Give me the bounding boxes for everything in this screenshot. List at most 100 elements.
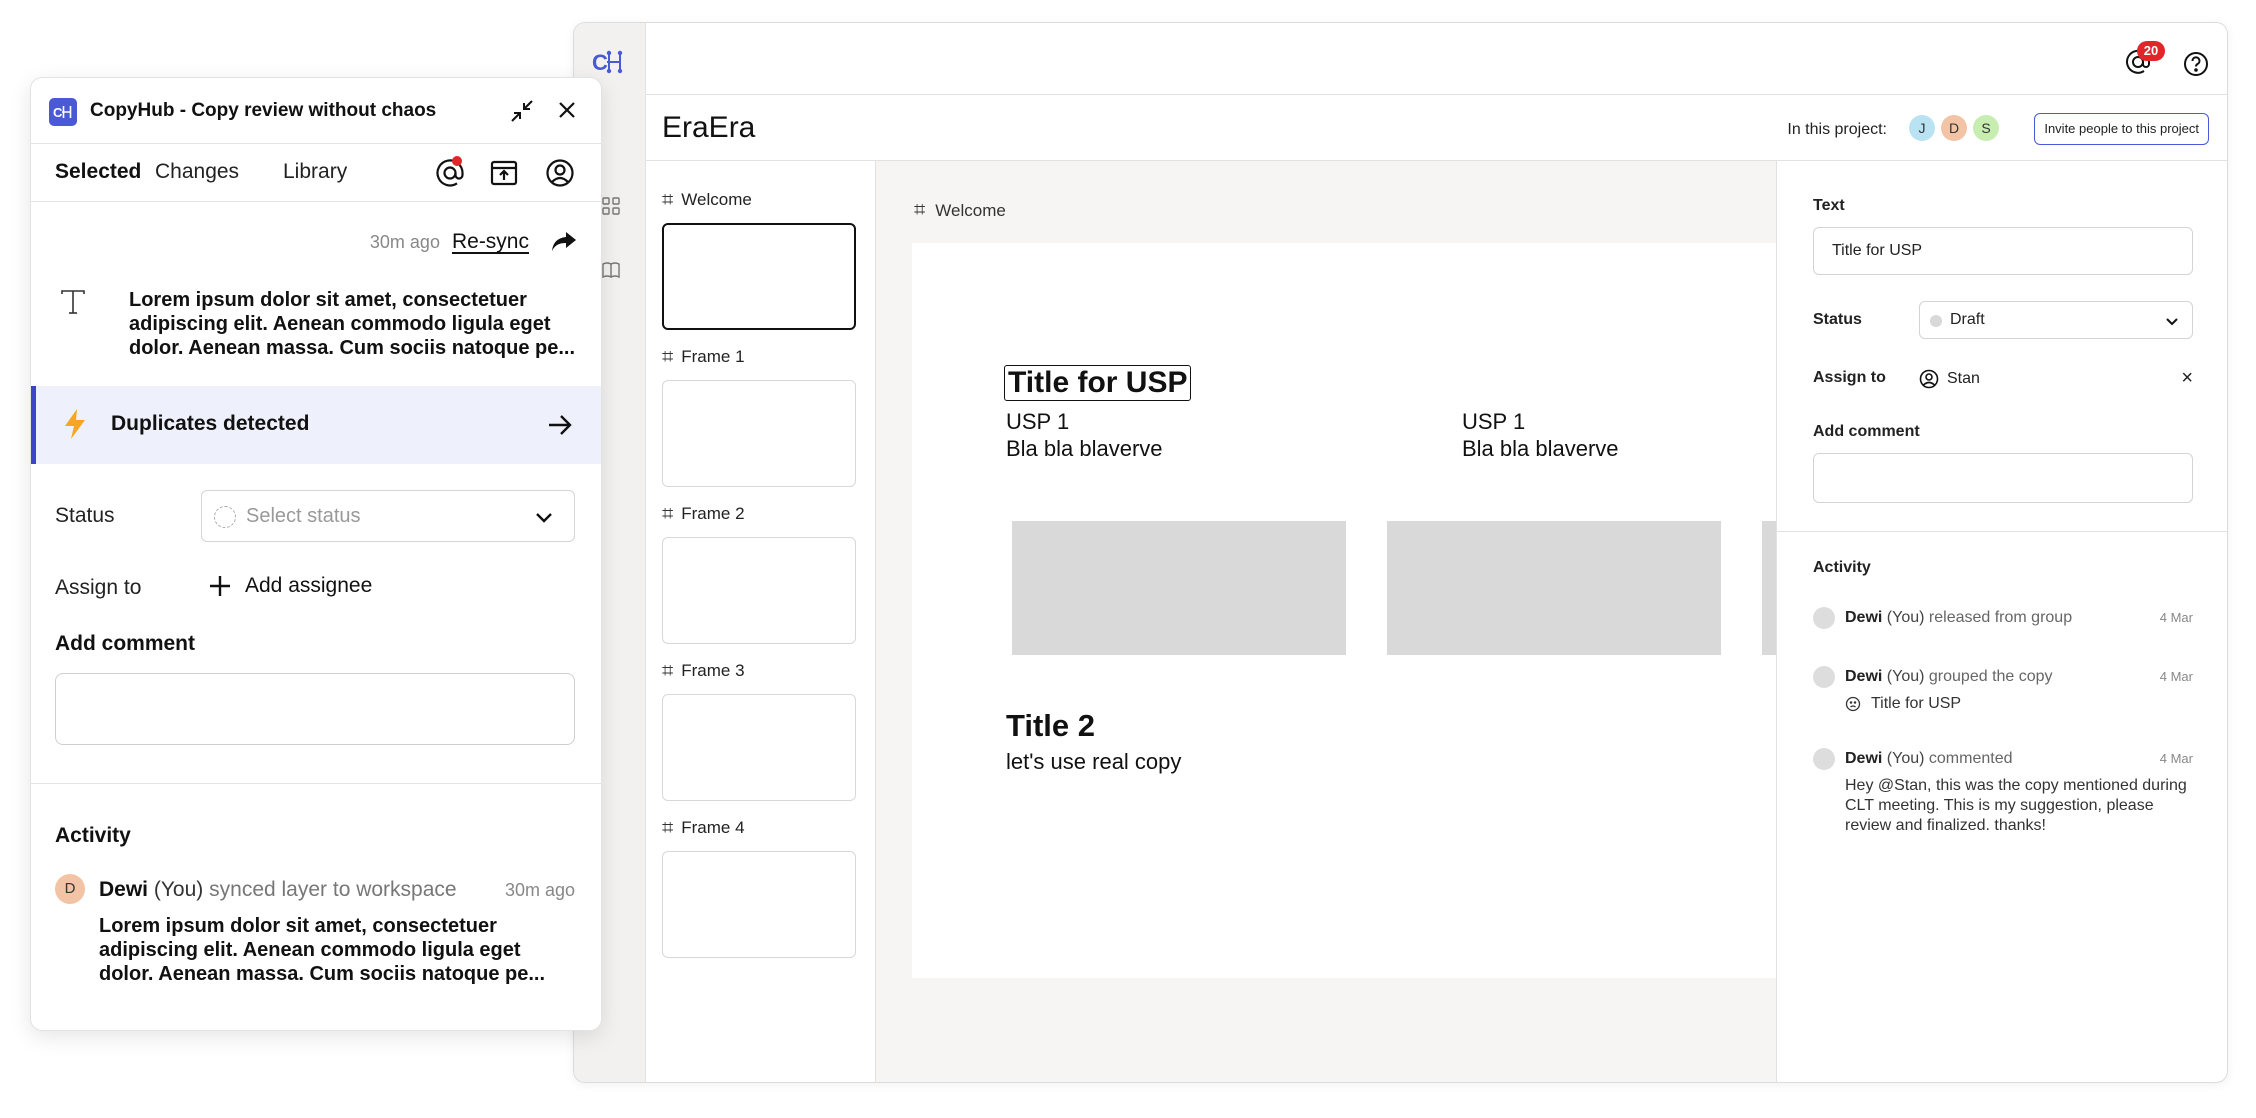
activity-action: released from group	[1928, 609, 2073, 626]
frame-thumbnail[interactable]	[662, 380, 856, 487]
notification-badge: 20	[2137, 41, 2165, 61]
design-canvas[interactable]: ⌗ Welcome Title for USP USP 1 Bla bla bl…	[876, 161, 1776, 1082]
activity-action: synced layer to workspace	[209, 878, 457, 901]
add-assignee-label: Add assignee	[245, 574, 373, 597]
usp-body[interactable]: Bla bla blaverve	[1462, 435, 1619, 462]
frame-thumbnail[interactable]	[662, 223, 856, 330]
frame-label: Frame 3	[681, 661, 745, 680]
project-bar: EraEra In this project: J D S Invite peo…	[646, 95, 2227, 161]
activity-label: Activity	[55, 824, 131, 847]
title-2-text[interactable]: Title 2	[1006, 708, 1095, 744]
assignee[interactable]: Stan	[1919, 369, 1980, 389]
frame-thumbnail[interactable]	[662, 537, 856, 644]
title-2-subtext[interactable]: let's use real copy	[1006, 749, 1181, 775]
minimize-icon[interactable]	[509, 98, 535, 124]
frame-hash-icon: ⌗	[662, 345, 674, 368]
usp-heading[interactable]: USP 1	[1462, 408, 1619, 435]
frame-item-frame-3[interactable]: ⌗ Frame 3	[662, 660, 856, 801]
invite-people-button[interactable]: Invite people to this project	[2034, 113, 2209, 145]
frame-thumbnail[interactable]	[662, 851, 856, 958]
usp-body[interactable]: Bla bla blaverve	[1006, 435, 1163, 462]
activity-label: Activity	[1813, 559, 1871, 576]
frame-item-frame-2[interactable]: ⌗ Frame 2	[662, 503, 856, 644]
share-arrow-icon[interactable]	[551, 231, 577, 253]
frame-label: Welcome	[681, 190, 752, 209]
frame-hash-icon: ⌗	[662, 816, 674, 839]
tab-selected[interactable]: Selected	[55, 160, 141, 184]
smiley-icon	[1845, 696, 1861, 712]
status-label: Status	[1813, 311, 1862, 328]
activity-you: (You)	[1886, 750, 1925, 767]
remove-assignee-close-icon[interactable]: ×	[2181, 367, 2193, 390]
activity-action: commented	[1928, 750, 2013, 767]
user-circle-icon	[1919, 369, 1939, 389]
activity-user: Dewi	[1845, 750, 1883, 767]
frame-hash-icon: ⌗	[662, 659, 674, 682]
canvas-frame-label[interactable]: ⌗ Welcome	[914, 199, 1006, 222]
close-icon[interactable]	[555, 98, 579, 122]
comment-label: Add comment	[1813, 423, 1920, 440]
components-icon[interactable]	[602, 197, 620, 215]
image-placeholder[interactable]	[1387, 521, 1721, 655]
frame-name: Welcome	[935, 200, 1006, 220]
assign-label: Assign to	[1813, 369, 1886, 386]
comment-input[interactable]	[1813, 453, 2193, 503]
image-placeholder[interactable]	[1012, 521, 1346, 655]
resync-button[interactable]: Re-sync	[452, 230, 529, 254]
plugin-tabs: Selected Changes Library	[31, 144, 601, 202]
chevron-down-icon	[534, 507, 554, 527]
activity-you: (You)	[153, 878, 204, 901]
user-circle-icon[interactable]	[545, 158, 575, 188]
synced-ago: 30m ago	[369, 231, 440, 252]
svg-text:C: C	[53, 105, 63, 120]
help-icon[interactable]	[2183, 51, 2209, 77]
activity-sub: Title for USP	[1845, 694, 2195, 714]
add-assignee-button[interactable]: Add assignee	[209, 574, 372, 598]
arrow-right-icon[interactable]	[547, 413, 573, 437]
export-icon[interactable]	[489, 158, 519, 188]
activity-you: (You)	[1886, 668, 1925, 685]
logo-icon[interactable]: C	[592, 47, 628, 77]
comment-input[interactable]	[55, 673, 575, 745]
avatar[interactable]: J	[1909, 115, 1935, 141]
plugin-logo-icon: C	[49, 98, 77, 126]
status-select[interactable]: Draft	[1919, 301, 2193, 339]
status-dot	[1930, 315, 1942, 327]
image-placeholder[interactable]	[1762, 521, 1776, 655]
activity-date: 4 Mar	[2159, 669, 2193, 684]
selected-text-layer[interactable]: Title for USP	[1004, 365, 1192, 401]
frame-item-frame-4[interactable]: ⌗ Frame 4	[662, 817, 856, 958]
avatar	[1813, 748, 1835, 770]
in-project-label: In this project:	[1787, 121, 1887, 138]
frame-item-frame-1[interactable]: ⌗ Frame 1	[662, 346, 856, 487]
avatar: D	[55, 874, 85, 904]
avatar[interactable]: D	[1941, 115, 1967, 141]
activity-time: 30m ago	[504, 880, 575, 900]
tab-library[interactable]: Library	[283, 160, 347, 184]
duplicates-banner[interactable]: Duplicates detected	[31, 386, 601, 464]
usp-heading[interactable]: USP 1	[1006, 408, 1163, 435]
assignee-name: Stan	[1947, 370, 1980, 387]
layer-text: Lorem ipsum dolor sit amet, consectetuer…	[129, 289, 576, 359]
status-value: Draft	[1950, 311, 1985, 328]
frame-thumbnail[interactable]	[662, 694, 856, 801]
comment-label: Add comment	[55, 632, 196, 655]
frame-item-welcome[interactable]: ⌗ Welcome	[662, 189, 856, 330]
plugin-header: C CopyHub - Copy review without chaos	[31, 78, 601, 144]
text-field[interactable]: Title for USP	[1813, 227, 2193, 275]
library-book-icon[interactable]	[602, 261, 620, 279]
status-label: Status	[55, 504, 115, 527]
tab-changes[interactable]: Changes	[155, 160, 239, 184]
app-window: C 20 EraEra In this project: J D S Invit…	[573, 22, 2228, 1083]
status-select[interactable]: Select status	[201, 490, 575, 542]
activity-action: grouped the copy	[1928, 668, 2053, 685]
sync-row: 30m ago Re-sync	[370, 230, 577, 254]
activity-body: Lorem ipsum dolor sit amet, consectetuer…	[99, 915, 546, 985]
avatar[interactable]: S	[1973, 115, 1999, 141]
usp-column[interactable]: USP 1 Bla bla blaverve	[1462, 408, 1619, 462]
artboard[interactable]: Title for USP USP 1 Bla bla blaverve USP…	[912, 243, 1776, 978]
svg-text:C: C	[592, 50, 608, 75]
chevron-down-icon	[2164, 313, 2180, 329]
duplicates-label: Duplicates detected	[111, 412, 310, 435]
usp-column[interactable]: USP 1 Bla bla blaverve	[1006, 408, 1163, 462]
